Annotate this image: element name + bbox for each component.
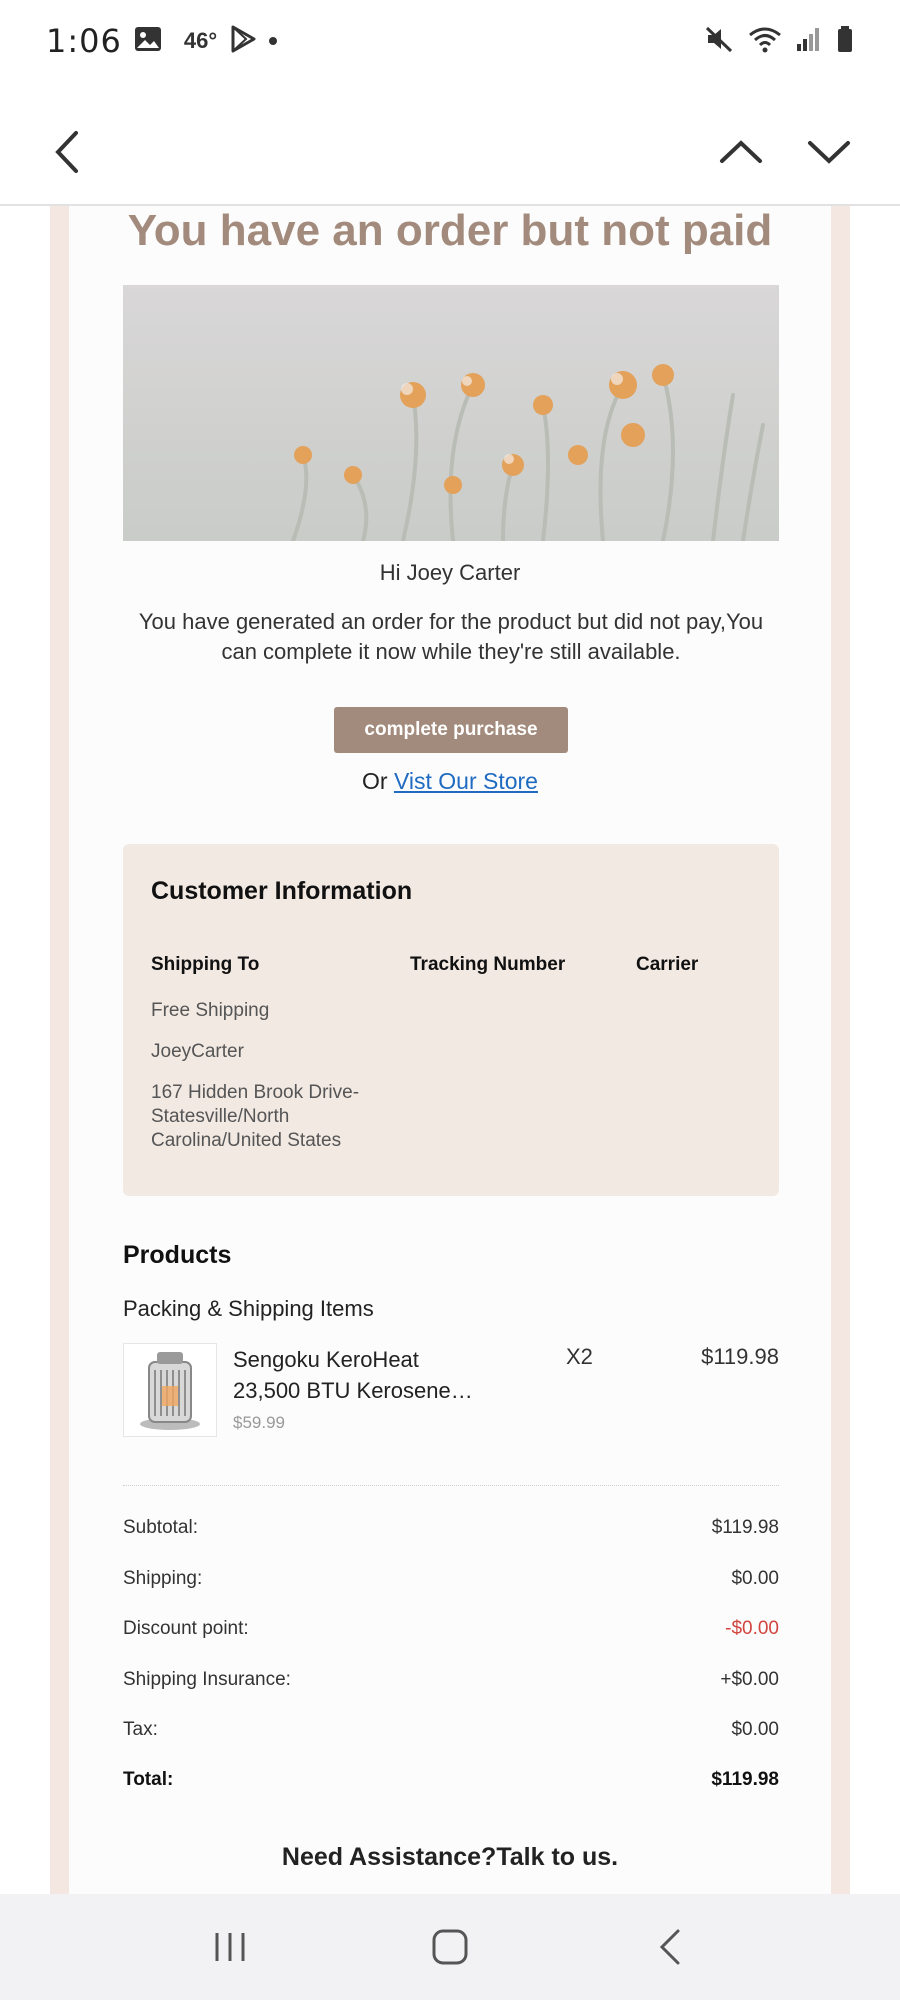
or-text: Or: [362, 768, 394, 794]
email-headline: You have an order but not paid: [127, 206, 773, 255]
greeting-text: Hi Joey Carter: [379, 560, 521, 585]
discount-value: -$0.00: [725, 1618, 779, 1639]
back-icon[interactable]: [630, 1907, 710, 1987]
total-row: Total: $119.98: [123, 1769, 779, 1791]
shipping-name: JoeyCarter: [151, 1041, 244, 1062]
tax-value: $0.00: [731, 1719, 779, 1740]
visit-store-link[interactable]: Vist Our Store: [394, 768, 538, 794]
subtotal-row: Subtotal: $119.98: [123, 1517, 779, 1539]
total-value: $119.98: [711, 1769, 779, 1790]
play-store-icon: [229, 25, 257, 58]
col-tracking-number: Tracking Number: [410, 954, 566, 975]
discount-label: Discount point:: [123, 1618, 249, 1639]
status-left: 1:06 46°: [46, 22, 278, 60]
subtotal-value: $119.98: [711, 1517, 779, 1538]
product-quantity: X2: [566, 1344, 593, 1369]
system-nav-bar: [0, 1894, 900, 2000]
status-temperature: 46°: [183, 28, 218, 53]
email-toolbar: [0, 82, 900, 206]
products-heading: Products: [123, 1241, 232, 1269]
mute-icon: [704, 25, 734, 58]
discount-row: Discount point: -$0.00: [123, 1618, 779, 1640]
back-arrow-icon[interactable]: [37, 122, 97, 182]
chevron-down-icon[interactable]: [799, 122, 859, 182]
status-right: [704, 25, 854, 58]
shipping-row: Shipping: $0.00: [123, 1568, 779, 1590]
product-unit-price: $59.99: [233, 1413, 285, 1432]
customer-info-box: Customer Information Shipping To Trackin…: [123, 844, 779, 1196]
insurance-row: Shipping Insurance: +$0.00: [123, 1669, 779, 1691]
intro-text: You have generated an order for the prod…: [138, 609, 764, 664]
status-bar: 1:06 46°: [0, 0, 900, 82]
chevron-up-icon[interactable]: [711, 122, 771, 182]
insurance-value: +$0.00: [720, 1669, 779, 1690]
product-thumbnail[interactable]: [123, 1343, 217, 1437]
packing-heading: Packing & Shipping Items: [123, 1296, 374, 1321]
subtotal-label: Subtotal:: [123, 1517, 198, 1538]
shipping-label: Shipping:: [123, 1568, 203, 1589]
summary-divider: [123, 1485, 779, 1486]
total-label: Total:: [123, 1769, 174, 1790]
status-time: 1:06: [46, 22, 122, 60]
signal-icon: [796, 26, 822, 57]
store-link-line: Or Vist Our Store: [69, 768, 831, 795]
shipping-details: Free Shipping JoeyCarter 167 Hidden Broo…: [151, 999, 381, 1170]
customer-info-title: Customer Information: [151, 877, 413, 905]
col-shipping-to: Shipping To: [151, 954, 260, 975]
notification-dot-icon: [269, 37, 278, 45]
shipping-method: Free Shipping: [151, 1000, 270, 1021]
tax-row: Tax: $0.00: [123, 1719, 779, 1741]
recent-apps-icon[interactable]: [190, 1907, 270, 1987]
battery-icon: [836, 25, 854, 58]
tax-label: Tax:: [123, 1719, 158, 1740]
complete-purchase-button[interactable]: complete purchase: [334, 707, 568, 753]
home-icon[interactable]: [410, 1907, 490, 1987]
product-line-total: $119.98: [701, 1344, 779, 1369]
assistance-heading: Need Assistance?Talk to us.: [281, 1843, 619, 1871]
image-icon: [134, 26, 162, 57]
shipping-value: $0.00: [731, 1568, 779, 1589]
wifi-icon: [748, 25, 782, 58]
hero-image: [123, 285, 779, 541]
insurance-label: Shipping Insurance:: [123, 1669, 291, 1690]
col-carrier: Carrier: [636, 954, 699, 975]
shipping-address: 167 Hidden Brook Drive-Statesville/North…: [151, 1082, 360, 1151]
product-name[interactable]: Sengoku KeroHeat 23,500 BTU Kerosene…: [233, 1344, 473, 1406]
